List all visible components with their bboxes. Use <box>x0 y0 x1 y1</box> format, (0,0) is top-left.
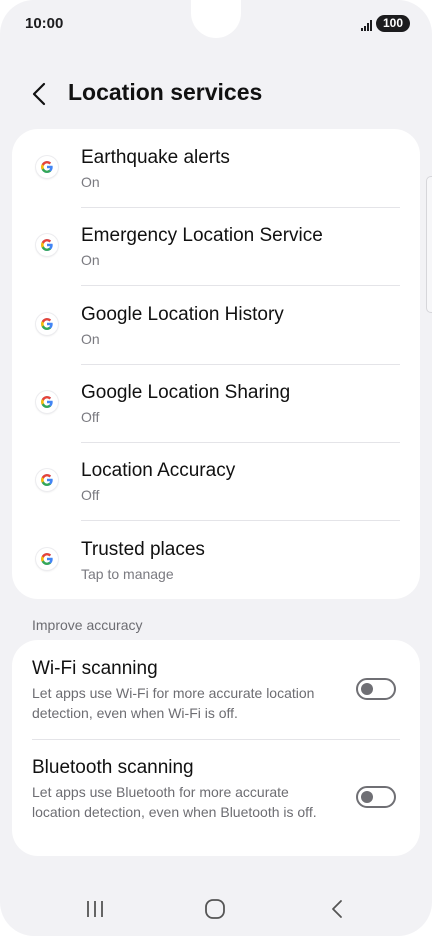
toggle-knob <box>361 683 373 695</box>
bluetooth-scanning-title: Bluetooth scanning <box>32 757 194 778</box>
scrollbar[interactable] <box>426 176 432 313</box>
toggle-knob <box>361 791 373 803</box>
service-status: On <box>81 252 100 268</box>
home-button[interactable] <box>200 896 230 922</box>
service-title: Earthquake alerts <box>81 147 230 168</box>
phone-screen: 10:00 100 Location services Earthquake a… <box>0 0 432 936</box>
home-icon <box>205 899 225 919</box>
page-header: Location services <box>0 72 432 116</box>
recents-button[interactable] <box>80 896 110 922</box>
service-title: Trusted places <box>81 539 205 560</box>
page-title: Location services <box>68 79 263 105</box>
wifi-scanning-title: Wi-Fi scanning <box>32 658 158 679</box>
service-item-emergency-location-service[interactable]: Emergency Location Service On <box>12 207 420 285</box>
service-item-google-location-sharing[interactable]: Google Location Sharing Off <box>12 364 420 442</box>
google-g-icon <box>36 548 58 570</box>
battery-indicator: 100 <box>376 15 410 32</box>
service-status: Off <box>81 487 100 503</box>
signal-bars-icon <box>361 18 373 36</box>
bluetooth-scanning-toggle[interactable] <box>356 786 396 808</box>
google-g-icon <box>36 469 58 491</box>
back-icon <box>332 900 342 918</box>
google-g-icon <box>36 234 58 256</box>
service-status: On <box>81 174 100 190</box>
nav-back-button[interactable] <box>322 896 352 922</box>
bluetooth-scanning-description: Let apps use Bluetooth for more accurate… <box>32 784 317 820</box>
service-title: Google Location History <box>81 304 284 325</box>
service-item-location-accuracy[interactable]: Location Accuracy Off <box>12 442 420 520</box>
service-item-google-location-history[interactable]: Google Location History On <box>12 286 420 364</box>
improve-accuracy-card: Wi-Fi scanning Let apps use Wi-Fi for mo… <box>12 640 420 856</box>
back-button[interactable] <box>26 78 54 110</box>
service-title: Location Accuracy <box>81 460 236 481</box>
status-time: 10:00 <box>25 15 64 32</box>
recents-icon <box>87 901 103 917</box>
service-item-trusted-places[interactable]: Trusted places Tap to manage <box>12 521 420 599</box>
service-status: On <box>81 331 100 347</box>
google-g-icon <box>36 391 58 413</box>
section-header-improve-accuracy: Improve accuracy <box>32 617 143 633</box>
service-title: Google Location Sharing <box>81 382 291 403</box>
google-g-icon <box>36 313 58 335</box>
bluetooth-scanning-row[interactable]: Bluetooth scanning Let apps use Bluetoot… <box>12 740 420 856</box>
service-status: Off <box>81 409 100 425</box>
chevron-left-icon <box>32 82 46 106</box>
navigation-bar <box>0 880 432 936</box>
service-item-earthquake-alerts[interactable]: Earthquake alerts On <box>12 129 420 207</box>
wifi-scanning-toggle[interactable] <box>356 678 396 700</box>
service-status: Tap to manage <box>81 566 174 582</box>
service-title: Emergency Location Service <box>81 225 323 246</box>
services-card: Earthquake alerts On Emergency Location … <box>12 129 420 599</box>
wifi-scanning-row[interactable]: Wi-Fi scanning Let apps use Wi-Fi for mo… <box>12 640 420 739</box>
wifi-scanning-description: Let apps use Wi-Fi for more accurate loc… <box>32 685 315 721</box>
google-g-icon <box>36 156 58 178</box>
